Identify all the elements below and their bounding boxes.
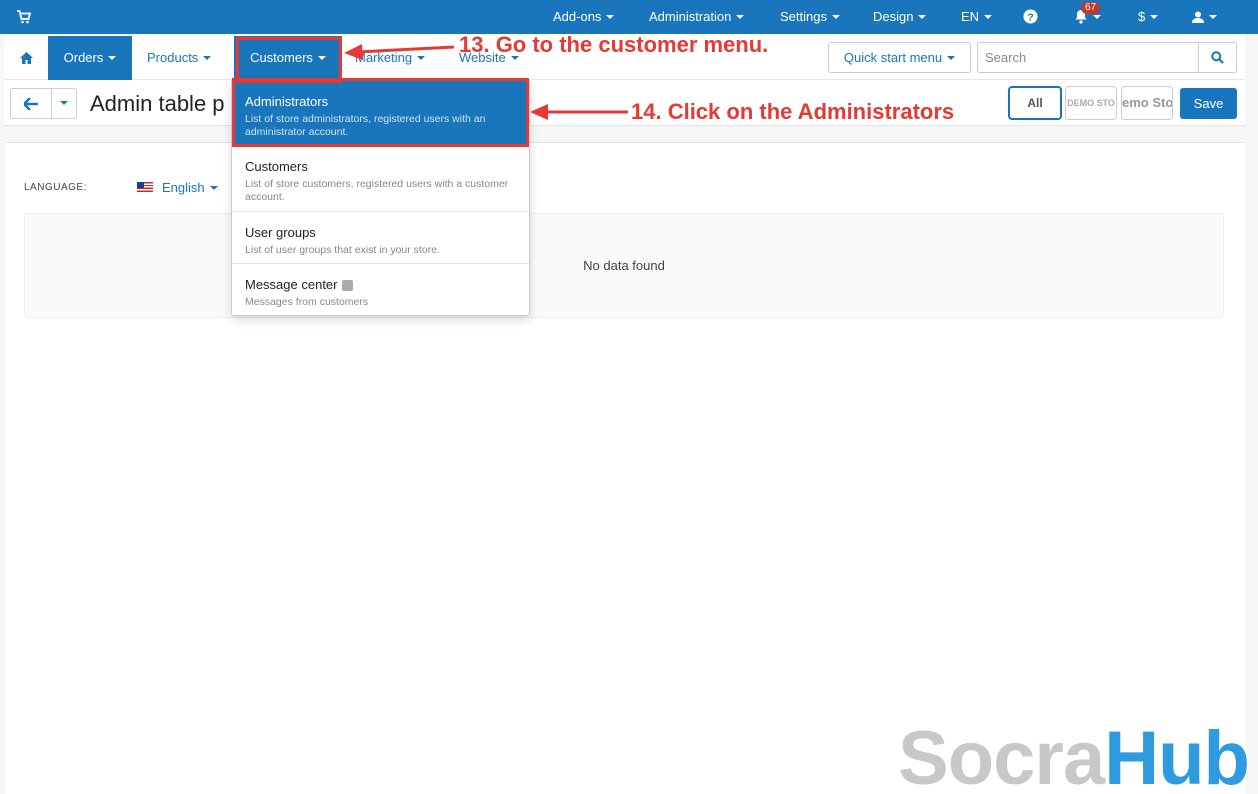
chevron-down-icon xyxy=(606,14,615,19)
us-flag-icon xyxy=(137,182,153,192)
annotation-step-14: 14. Click on the Administrators xyxy=(631,99,955,124)
socrahub-watermark: SocraHub xyxy=(898,715,1250,794)
language-selector[interactable]: English xyxy=(162,180,218,195)
chevron-down-icon xyxy=(417,55,426,60)
search-icon xyxy=(1211,51,1224,64)
currency-label: $ xyxy=(1138,9,1146,24)
chevron-down-icon xyxy=(1150,14,1159,19)
settings-menu[interactable]: Settings xyxy=(780,0,840,34)
storefront-button-1[interactable]: DEMO STO xyxy=(1065,86,1117,120)
help-icon: ? xyxy=(1023,9,1038,24)
nav-marketing-label: Marketing xyxy=(355,50,413,65)
chevron-down-icon xyxy=(918,14,927,19)
puzzle-icon xyxy=(341,280,353,292)
addons-label: Add-ons xyxy=(553,9,602,24)
menu-item-title: Message center xyxy=(245,277,338,292)
svg-text:?: ? xyxy=(1027,12,1033,23)
empty-table: No data found xyxy=(24,213,1224,318)
administration-label: Administration xyxy=(649,9,732,24)
chevron-down-icon xyxy=(108,55,117,60)
page-title: Admin table p xyxy=(90,91,225,116)
menu-item-desc: List of store customers, registered user… xyxy=(245,178,509,203)
content-panel: LANGUAGE: English No data found xyxy=(5,142,1245,794)
back-button[interactable] xyxy=(10,88,52,119)
search-button[interactable] xyxy=(1198,43,1236,72)
chevron-down-icon xyxy=(60,100,68,105)
menu-item-desc: Messages from customers xyxy=(245,296,369,308)
administration-menu[interactable]: Administration xyxy=(649,0,745,34)
language-menu[interactable]: EN xyxy=(961,0,993,34)
customers-highlight-box xyxy=(236,37,342,83)
notifications-badge: 67 xyxy=(1081,2,1101,14)
storefront-button-2[interactable]: emo Sto xyxy=(1121,86,1173,120)
chevron-down-icon xyxy=(831,14,840,19)
administrators-highlight-box xyxy=(232,78,529,147)
home-button[interactable] xyxy=(4,36,48,80)
user-menu[interactable] xyxy=(1192,0,1217,34)
help-button[interactable]: ? xyxy=(1023,0,1038,34)
search-input[interactable] xyxy=(978,43,1198,72)
chevron-down-icon xyxy=(984,14,993,19)
design-menu[interactable]: Design xyxy=(873,0,927,34)
currency-menu[interactable]: $ xyxy=(1138,0,1159,34)
chevron-down-icon xyxy=(1209,14,1217,19)
quick-start-button[interactable]: Quick start menu xyxy=(828,42,971,73)
back-dropdown-button[interactable] xyxy=(51,88,77,119)
arrow-left-icon xyxy=(24,98,38,110)
home-icon xyxy=(19,51,33,64)
top-bar: Add-ons Administration Settings Design E… xyxy=(0,0,1258,34)
menu-item-customers[interactable]: Customers List of store customers, regis… xyxy=(232,146,529,212)
language-label: LANGUAGE: xyxy=(24,182,87,193)
menu-item-title: Customers xyxy=(245,159,308,174)
search-box xyxy=(977,42,1237,73)
design-label: Design xyxy=(873,9,914,24)
save-button[interactable]: Save xyxy=(1180,88,1237,119)
language-label: EN xyxy=(961,9,980,24)
settings-label: Settings xyxy=(780,9,827,24)
cart-icon[interactable] xyxy=(16,9,32,25)
addons-menu[interactable]: Add-ons xyxy=(553,0,615,34)
watermark-part-2: Hub xyxy=(1104,716,1250,794)
storefront-all-button[interactable]: All xyxy=(1008,86,1062,120)
user-icon xyxy=(1192,11,1204,23)
page-toolbar: Admin table p All DEMO STO emo Sto Save xyxy=(4,80,1245,126)
chevron-down-icon xyxy=(1093,14,1101,19)
language-value: English xyxy=(162,180,205,195)
chevron-down-icon xyxy=(209,185,218,190)
no-data-message: No data found xyxy=(583,258,665,273)
chevron-down-icon xyxy=(947,55,956,60)
nav-products-label: Products xyxy=(147,50,199,65)
menu-item-title: User groups xyxy=(245,225,316,240)
menu-item-desc: List of user groups that exist in your s… xyxy=(245,244,440,256)
nav-orders[interactable]: Orders xyxy=(48,36,132,80)
chevron-down-icon xyxy=(203,55,212,60)
nav-orders-label: Orders xyxy=(63,50,104,65)
chevron-down-icon xyxy=(736,14,745,19)
nav-marketing[interactable]: Marketing xyxy=(355,36,426,80)
watermark-part-1: Socra xyxy=(898,716,1105,794)
menu-item-message-center[interactable]: Message center Messages from customers xyxy=(232,264,529,316)
annotation-step-13: 13. Go to the customer menu. xyxy=(459,32,769,57)
menu-item-user-groups[interactable]: User groups List of user groups that exi… xyxy=(232,212,529,264)
quick-start-label: Quick start menu xyxy=(843,50,943,65)
nav-products[interactable]: Products xyxy=(147,36,212,80)
